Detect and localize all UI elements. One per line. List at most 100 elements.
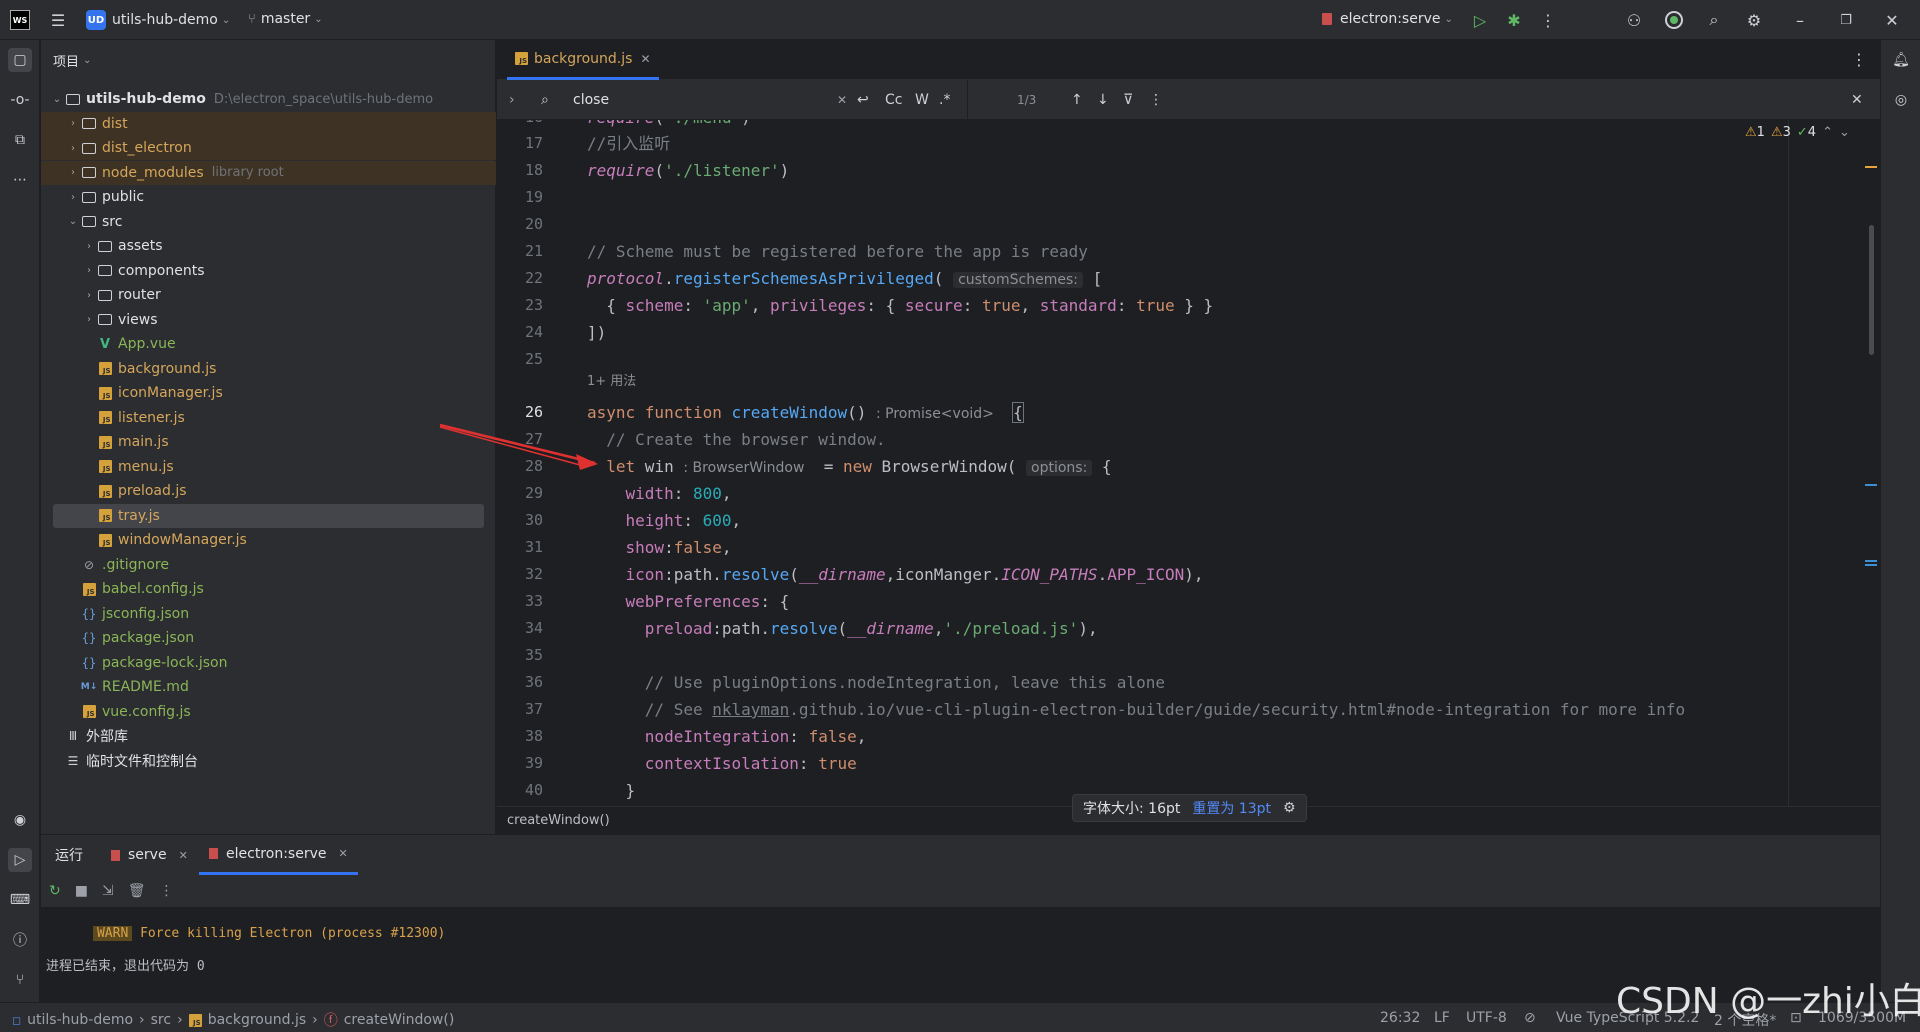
problems-icon[interactable]: ⓘ — [8, 928, 32, 952]
services-icon[interactable]: ◉ — [8, 808, 32, 832]
terminal-icon[interactable]: ⌨ — [8, 888, 32, 912]
crumb-function[interactable]: createWindow() — [344, 1012, 455, 1028]
tree-item[interactable]: Ⅲ 外部库 — [41, 724, 496, 748]
crumb-project[interactable]: utils-hub-demo — [27, 1012, 133, 1028]
notifications-icon[interactable]: 🔔︎ — [1889, 48, 1913, 72]
tree-item[interactable]: ⊘ .gitignore — [41, 553, 496, 577]
ai-chat-icon[interactable]: ◎ — [1889, 88, 1913, 112]
app-logo[interactable]: WS — [10, 10, 30, 30]
find-input[interactable] — [573, 89, 773, 111]
tree-item[interactable]: M↓ README.md — [41, 675, 496, 699]
tree-item[interactable]: JS listener.js — [41, 406, 496, 430]
search-history-icon[interactable]: ⌕ — [541, 92, 549, 108]
tree-item[interactable]: JS vue.config.js — [41, 700, 496, 724]
match-stripe[interactable] — [1865, 484, 1877, 486]
tab-electron-serve[interactable]: electron:serve ✕ — [199, 835, 358, 875]
chevron-right-icon[interactable]: › — [65, 192, 81, 203]
line-number[interactable]: 19 — [497, 188, 543, 206]
tree-item[interactable]: JS menu.js — [41, 455, 496, 479]
new-line-icon[interactable]: ↩ — [857, 92, 869, 108]
rerun-icon[interactable]: ↻ — [49, 883, 61, 899]
tree-item[interactable]: › router — [41, 283, 496, 307]
run-tool-icon[interactable]: ▷ — [8, 848, 32, 872]
more-tools-icon[interactable]: ⋯ — [8, 168, 32, 192]
regex-toggle[interactable]: .* — [939, 92, 950, 108]
line-number[interactable]: 36 — [497, 673, 543, 691]
close-tab-icon[interactable]: ✕ — [179, 849, 188, 862]
tree-item[interactable]: JS preload.js — [41, 479, 496, 503]
tree-item[interactable]: V App.vue — [41, 332, 496, 356]
line-number[interactable]: 25 — [497, 350, 543, 368]
match-case-toggle[interactable]: Cc — [885, 92, 902, 108]
line-number[interactable]: 33 — [497, 592, 543, 610]
settings-icon[interactable]: ⚙ — [1742, 8, 1766, 32]
tree-item[interactable]: › dist_electron — [41, 136, 496, 160]
close-find-icon[interactable]: ✕ — [1851, 92, 1863, 108]
chevron-down-icon[interactable]: ⌄ — [65, 216, 81, 227]
tree-item[interactable]: {} package-lock.json — [41, 651, 496, 675]
branch-switcher[interactable]: ⑂ master ⌄ — [248, 11, 323, 27]
ai-assistant-icon[interactable] — [1662, 8, 1686, 32]
more-actions-icon[interactable]: ⋮ — [1536, 8, 1560, 32]
debug-icon[interactable]: ✱ — [1502, 8, 1526, 32]
tree-item[interactable]: ☰ 临时文件和控制台 — [41, 749, 496, 773]
line-number[interactable]: 18 — [497, 161, 543, 179]
file-encoding[interactable]: UTF-8 — [1466, 1010, 1507, 1026]
project-panel-header[interactable]: 项目 ⌄ — [41, 40, 495, 80]
restore-icon[interactable]: ❐ — [1834, 8, 1858, 32]
reset-font-link[interactable]: 重置为 13pt — [1192, 798, 1271, 818]
tree-item[interactable]: ⌄ src — [41, 210, 496, 234]
tree-item[interactable]: › assets — [41, 234, 496, 258]
expand-replace-icon[interactable]: › — [509, 92, 515, 108]
chevron-right-icon[interactable]: › — [65, 167, 81, 178]
line-number[interactable]: 21 — [497, 242, 543, 260]
tree-item[interactable]: › components — [41, 259, 496, 283]
line-number[interactable]: 32 — [497, 565, 543, 583]
chevron-right-icon[interactable]: › — [81, 265, 97, 276]
tree-item[interactable]: {} package.json — [41, 626, 496, 650]
add-user-icon[interactable]: ⚇ — [1622, 8, 1646, 32]
line-number[interactable]: 24 — [497, 323, 543, 341]
line-number[interactable]: 39 — [497, 754, 543, 772]
match-stripe[interactable] — [1865, 564, 1877, 566]
git-icon[interactable]: ⑂ — [8, 968, 32, 992]
line-number[interactable]: 16 — [497, 120, 543, 126]
chevron-right-icon[interactable]: › — [81, 241, 97, 252]
close-tab-icon[interactable]: ✕ — [338, 847, 347, 860]
gear-icon[interactable]: ⚙ — [1283, 800, 1296, 816]
minimize-icon[interactable]: – — [1788, 8, 1812, 32]
clear-icon[interactable]: 🗑︎ — [128, 883, 146, 899]
line-number[interactable]: 35 — [497, 646, 543, 664]
chevron-right-icon[interactable]: › — [81, 314, 97, 325]
tree-item[interactable]: {} jsconfig.json — [41, 602, 496, 626]
tree-item[interactable]: JS iconManager.js — [41, 381, 496, 405]
tree-item[interactable]: ⌄ utils-hub-demo D:\electron_space\utils-h… — [41, 87, 496, 111]
filter-icon[interactable]: ⊽ — [1123, 92, 1133, 108]
match-stripe[interactable] — [1865, 560, 1877, 562]
scrollbar-thumb[interactable] — [1869, 225, 1874, 355]
chevron-down-icon[interactable]: ⌄ — [49, 94, 65, 105]
scroll-end-icon[interactable]: ⇲ — [102, 883, 114, 899]
next-highlight-icon[interactable]: ⌄ — [1839, 125, 1850, 140]
project-tool-icon[interactable]: ▢ — [8, 48, 32, 72]
commit-icon[interactable]: -o- — [8, 88, 32, 112]
warning-stripe[interactable] — [1865, 166, 1877, 168]
tab-options-icon[interactable]: ⋮ — [1851, 50, 1867, 69]
chevron-right-icon[interactable]: › — [65, 143, 81, 154]
tab-background-js[interactable]: JS background.js ✕ — [507, 40, 659, 80]
structure-icon[interactable]: ⧉ — [8, 128, 32, 152]
inspection-widget[interactable]: ⚠1 ⚠3 ✓4 ⌃ ⌄ — [1745, 125, 1850, 140]
main-menu-icon[interactable]: ☰ — [46, 8, 70, 32]
tab-serve[interactable]: serve ✕ — [111, 835, 188, 875]
project-switcher[interactable]: UD utils-hub-demo ⌄ — [86, 10, 230, 30]
line-number[interactable]: 34 — [497, 619, 543, 637]
tree-item[interactable]: JS main.js — [41, 430, 496, 454]
caret-position[interactable]: 26:32 — [1380, 1010, 1420, 1026]
code-area[interactable]: require('./menu') //引入监听 require('./list… — [577, 120, 1880, 806]
line-separator[interactable]: LF — [1434, 1010, 1450, 1026]
find-more-icon[interactable]: ⋮ — [1149, 92, 1163, 108]
line-number[interactable]: 31 — [497, 538, 543, 556]
no-lock-icon[interactable]: ⊘ — [1524, 1010, 1536, 1026]
line-number[interactable]: 40 — [497, 781, 543, 799]
run-more-icon[interactable]: ⋮ — [159, 883, 173, 899]
